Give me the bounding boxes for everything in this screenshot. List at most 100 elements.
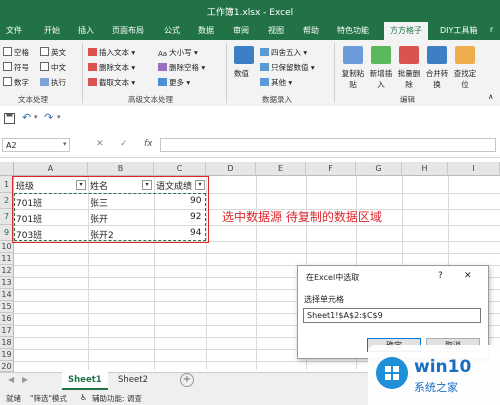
save-icon[interactable]: [4, 113, 15, 124]
extract-text-icon: [88, 78, 97, 86]
column-header-d[interactable]: D: [206, 162, 256, 176]
group-label-advanced-text: 高级文本处理: [128, 95, 173, 104]
range-input[interactable]: Sheet1!$A$2:$C$9: [303, 308, 481, 323]
column-header-h[interactable]: H: [402, 162, 448, 176]
select-all-corner[interactable]: [0, 162, 14, 176]
collapse-ribbon-icon[interactable]: ∧: [488, 92, 494, 101]
quick-access-toolbar: ↶ ▾ ↷ ▾: [0, 106, 500, 133]
column-header-g[interactable]: G: [356, 162, 402, 176]
watermark: win10 系统之家: [368, 345, 500, 405]
customize-qat-icon[interactable]: ▾: [57, 113, 61, 121]
copy-paste-icon: [343, 46, 363, 64]
row-header[interactable]: 19: [0, 349, 14, 361]
tab-data[interactable]: 数据: [198, 25, 214, 36]
insert-new-button[interactable]: 新增插入: [368, 68, 394, 90]
column-header-b[interactable]: B: [88, 162, 154, 176]
copy-paste-button[interactable]: 复制粘贴: [340, 68, 366, 90]
tab-special[interactable]: 特色功能: [337, 25, 369, 36]
ribbon: 空格 英文 符号 中文 数字 执行 文本处理 插入文本 ▾ 删除文本 ▾ 截取文…: [0, 40, 500, 107]
check-symbol[interactable]: 符号: [3, 62, 29, 73]
check-chinese[interactable]: 中文: [40, 62, 66, 73]
tab-more[interactable]: r: [490, 25, 493, 34]
round-icon: [260, 48, 269, 56]
close-icon[interactable]: ✕: [464, 271, 472, 281]
window-title: 工作簿1.xlsx - Excel: [206, 8, 294, 18]
column-header-c[interactable]: C: [154, 162, 206, 176]
group-label-edit: 编辑: [400, 95, 415, 104]
column-header-i[interactable]: I: [448, 162, 500, 176]
row-header[interactable]: 15: [0, 301, 14, 313]
row-header[interactable]: 11: [0, 253, 14, 265]
row-header[interactable]: 12: [0, 265, 14, 277]
formula-input[interactable]: [160, 138, 496, 152]
execute-button[interactable]: 执行: [40, 77, 66, 88]
annotation-box: [12, 176, 209, 243]
other-button[interactable]: 其他 ▾: [260, 77, 292, 88]
tab-page-layout[interactable]: 页面布局: [112, 25, 144, 36]
tab-fangfanggezi[interactable]: 方方格子: [384, 22, 428, 40]
accessibility-icon: ♿: [80, 393, 88, 402]
function-icon[interactable]: fx: [144, 139, 153, 149]
row-header[interactable]: 20: [0, 361, 14, 372]
column-header-a[interactable]: A: [14, 162, 88, 176]
row-header[interactable]: 14: [0, 289, 14, 301]
insert-text-icon: [88, 48, 97, 56]
keep-numeric-button[interactable]: 只保留数值 ▾: [260, 62, 315, 73]
tab-file[interactable]: 文件: [6, 25, 22, 36]
tab-help[interactable]: 帮助: [303, 25, 319, 36]
delete-text-icon: [88, 63, 97, 71]
sheet-tab-sheet2[interactable]: Sheet2: [112, 372, 154, 388]
undo-dropdown-icon[interactable]: ▾: [34, 113, 38, 121]
check-number[interactable]: 数字: [3, 77, 29, 88]
check-english[interactable]: 英文: [40, 47, 66, 58]
help-icon[interactable]: ?: [438, 271, 443, 281]
checkbox-icon: [3, 77, 12, 86]
undo-icon[interactable]: ↶: [22, 111, 31, 124]
batch-delete-button[interactable]: 批量删除: [396, 68, 422, 90]
more-icon: [158, 78, 167, 86]
numeric-button[interactable]: 数值: [234, 68, 249, 79]
execute-icon: [40, 78, 49, 86]
check-space[interactable]: 空格: [3, 47, 29, 58]
merge-convert-button[interactable]: 合并转换: [424, 68, 450, 90]
case-button[interactable]: Aa 大小写 ▾: [158, 47, 198, 58]
row-header[interactable]: 16: [0, 313, 14, 325]
tab-formulas[interactable]: 公式: [164, 25, 180, 36]
add-sheet-icon[interactable]: +: [180, 373, 194, 387]
column-header-e[interactable]: E: [256, 162, 306, 176]
tab-insert[interactable]: 插入: [78, 25, 94, 36]
round-button[interactable]: 四舍五入 ▾: [260, 47, 307, 58]
merge-convert-icon: [427, 46, 447, 64]
sheet-tab-sheet1[interactable]: Sheet1: [62, 372, 108, 390]
tab-home[interactable]: 开始: [44, 25, 60, 36]
column-header-f[interactable]: F: [306, 162, 356, 176]
sheet-next-icon[interactable]: ▶: [22, 375, 28, 384]
insert-text-button[interactable]: 插入文本 ▾: [88, 47, 135, 58]
sheet-prev-icon[interactable]: ◀: [8, 375, 14, 384]
row-header[interactable]: 17: [0, 325, 14, 337]
more-button[interactable]: 更多 ▾: [158, 77, 190, 88]
watermark-subtitle: 系统之家: [414, 381, 458, 394]
name-box-dropdown-icon[interactable]: ▾: [63, 140, 67, 148]
row-header[interactable]: 18: [0, 337, 14, 349]
find-locate-button[interactable]: 查找定位: [452, 68, 478, 90]
extract-text-button[interactable]: 截取文本 ▾: [88, 77, 135, 88]
checkbox-icon: [3, 47, 12, 56]
tab-diy-toolbox[interactable]: DIY工具箱: [440, 25, 477, 36]
delete-text-button[interactable]: 删除文本 ▾: [88, 62, 135, 73]
delete-space-button[interactable]: 删除空格 ▾: [158, 62, 205, 73]
group-separator: [334, 43, 335, 103]
row-header[interactable]: 13: [0, 277, 14, 289]
tab-review[interactable]: 审阅: [233, 25, 249, 36]
status-filter-mode: "筛选"模式: [30, 394, 67, 403]
grid-line: [256, 176, 257, 370]
name-box[interactable]: A2: [2, 138, 70, 152]
enter-icon[interactable]: ✓: [120, 139, 128, 149]
tab-view[interactable]: 视图: [268, 25, 284, 36]
find-locate-icon: [455, 46, 475, 64]
status-accessibility[interactable]: 辅助功能: 调查: [92, 393, 142, 404]
redo-icon[interactable]: ↷: [44, 111, 53, 124]
group-separator: [82, 43, 83, 103]
cancel-icon[interactable]: ✕: [96, 139, 104, 149]
title-bar: 工作簿1.xlsx - Excel: [0, 0, 500, 22]
